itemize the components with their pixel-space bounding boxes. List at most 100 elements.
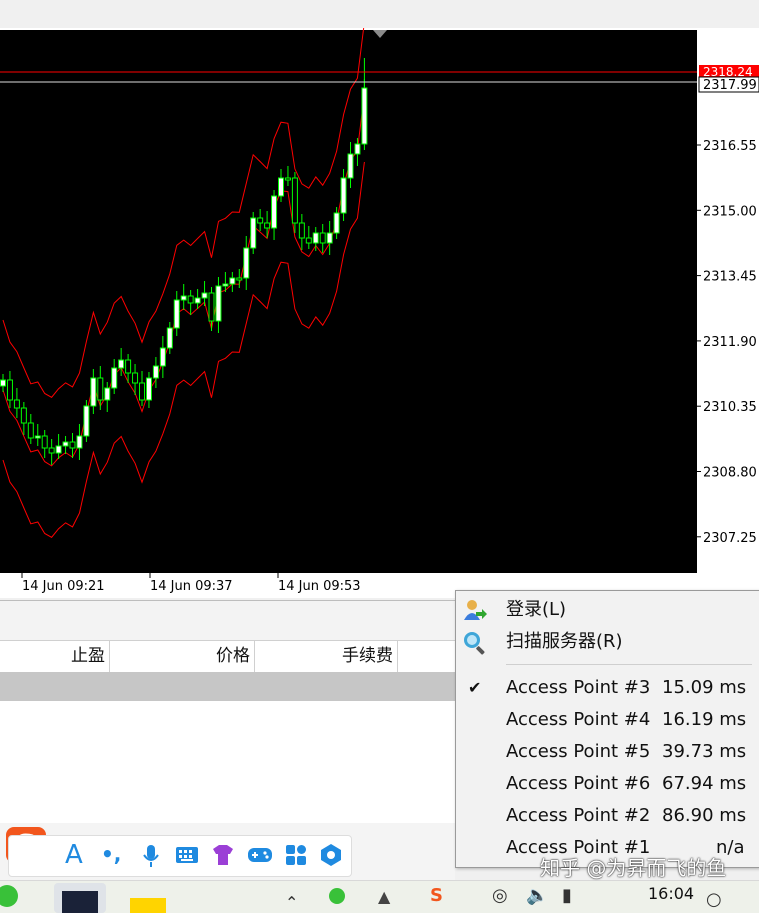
candle-body (76, 435, 83, 449)
login-user-icon (464, 600, 487, 620)
candle-body (187, 295, 194, 304)
candle-body (41, 435, 48, 449)
candle-body (250, 217, 257, 249)
y-tick-label: 2311.90 (703, 335, 757, 350)
candle-body (257, 217, 264, 224)
y-tick-label: 2313.45 (703, 270, 757, 285)
chart-plot-area (0, 30, 697, 573)
watermark-text: 知乎 @为昇而飞的鱼 (540, 856, 727, 880)
candle-body (48, 447, 55, 454)
access-point-ping: 39.73 ms (662, 741, 747, 762)
candle-body (111, 367, 118, 389)
wechat-icon[interactable] (0, 883, 20, 909)
candle-body (62, 441, 69, 447)
candle-body (340, 177, 347, 214)
battery-icon[interactable]: ▮ (562, 885, 572, 906)
y-tick-label: 2316.55 (703, 139, 757, 154)
taskbar-clock[interactable]: 16:04 (648, 884, 694, 903)
menu-item-access-point[interactable]: ✔ Access Point #3 15.09 ms (456, 672, 759, 704)
windows-taskbar: ⌃ ▲ S ◎ 🔈 ▮ ○ (0, 880, 759, 913)
candle-body (361, 87, 368, 145)
notification-icon[interactable]: ○ (706, 889, 722, 910)
candle-body (326, 232, 333, 244)
candle-body (139, 382, 145, 401)
checkmark-icon: ✔ (468, 678, 482, 697)
candle-body (354, 143, 361, 155)
chevron-up-icon[interactable]: ⌃ (285, 893, 298, 912)
column-commission[interactable]: 手续费 (255, 641, 398, 672)
candle-body (298, 222, 305, 239)
candle-body (104, 387, 111, 401)
access-point-name: Access Point #6 (506, 773, 651, 794)
candle-body (125, 359, 132, 374)
access-point-name: Access Point #3 (506, 677, 651, 698)
taskbar-app-yellow-icon[interactable] (130, 898, 166, 913)
table-row-selected[interactable] (0, 672, 455, 701)
tray-wechat-icon[interactable] (326, 885, 348, 907)
candle-body (333, 212, 340, 234)
access-point-name: Access Point #5 (506, 741, 651, 762)
menu-item-login[interactable]: 登录(L) (456, 594, 759, 626)
access-point-ping: 15.09 ms (662, 677, 747, 698)
menu-separator (506, 664, 752, 665)
candle-body (229, 277, 236, 285)
access-point-ping: 16.19 ms (662, 709, 747, 730)
taskbar-app-active[interactable] (54, 883, 106, 913)
column-take-profit[interactable]: 止盈 (0, 641, 110, 672)
menu-item-access-point[interactable]: Access Point #2 86.90 ms (456, 800, 759, 832)
tray-up-icon[interactable]: ▲ (378, 887, 390, 906)
candle-body (173, 299, 180, 329)
candle-body (20, 407, 27, 424)
candle-body (55, 445, 62, 454)
menu-item-scan-servers[interactable]: 扫描服务器(R) (456, 626, 759, 658)
apps-icon[interactable] (285, 844, 307, 866)
tray-sogou-icon[interactable]: S (430, 885, 443, 906)
skin-icon[interactable] (211, 844, 235, 866)
ime-toolbar: S A •, (0, 823, 455, 880)
candle-body (194, 297, 201, 304)
access-point-name: Access Point #2 (506, 805, 651, 826)
letter-a-icon[interactable]: A (65, 840, 83, 870)
menu-item-access-point[interactable]: Access Point #6 67.94 ms (456, 768, 759, 800)
candle-body (6, 379, 13, 401)
x-tick-label: 14 Jun 09:53 (278, 579, 361, 594)
candle-body (132, 372, 139, 384)
punctuation-icon[interactable]: •, (101, 842, 121, 866)
microphone-icon[interactable] (141, 844, 161, 868)
candle-body (34, 435, 41, 439)
toolbox-tab-strip (0, 600, 455, 641)
access-point-ping: 86.90 ms (662, 805, 747, 826)
menu-item-access-point[interactable]: Access Point #4 16.19 ms (456, 704, 759, 736)
menu-item-access-point[interactable]: Access Point #5 39.73 ms (456, 736, 759, 768)
access-point-name: Access Point #4 (506, 709, 651, 730)
wifi-icon[interactable]: ◎ (492, 885, 508, 906)
candle-body (152, 365, 159, 379)
candle-body (347, 153, 354, 179)
candle-body (271, 195, 278, 229)
menu-item-scan-servers-label: 扫描服务器(R) (506, 631, 623, 652)
column-price[interactable]: 价格 (110, 641, 255, 672)
candle-body (13, 399, 20, 409)
gamepad-icon[interactable] (247, 845, 273, 865)
candle-body (97, 377, 104, 401)
chart-svg: 2318.24 2317.99 2316.552315.002313.45231… (0, 28, 759, 594)
candle-body (222, 283, 229, 287)
y-tick-label: 2307.25 (703, 531, 757, 546)
volume-icon[interactable]: 🔈 (526, 885, 548, 906)
x-tick-label: 14 Jun 09:37 (150, 579, 233, 594)
mt-app-icon (62, 891, 98, 913)
candle-body (69, 441, 76, 449)
candle-body (284, 177, 291, 181)
x-tick-label: 14 Jun 09:21 (22, 579, 105, 594)
y-tick-label: 2310.35 (703, 400, 757, 415)
candle-body (319, 232, 326, 244)
price-scale (697, 30, 759, 573)
menu-item-login-label: 登录(L) (506, 599, 567, 620)
y-tick-label: 2315.00 (703, 204, 757, 219)
price-chart[interactable]: 2318.24 2317.99 2316.55 2315.00 2313.45 231… (0, 28, 759, 598)
keyboard-icon[interactable] (175, 846, 199, 864)
ime-icon-group: A •, (8, 835, 352, 877)
scan-search-icon (464, 632, 485, 655)
candle-body (291, 177, 298, 224)
settings-icon[interactable] (319, 843, 343, 867)
